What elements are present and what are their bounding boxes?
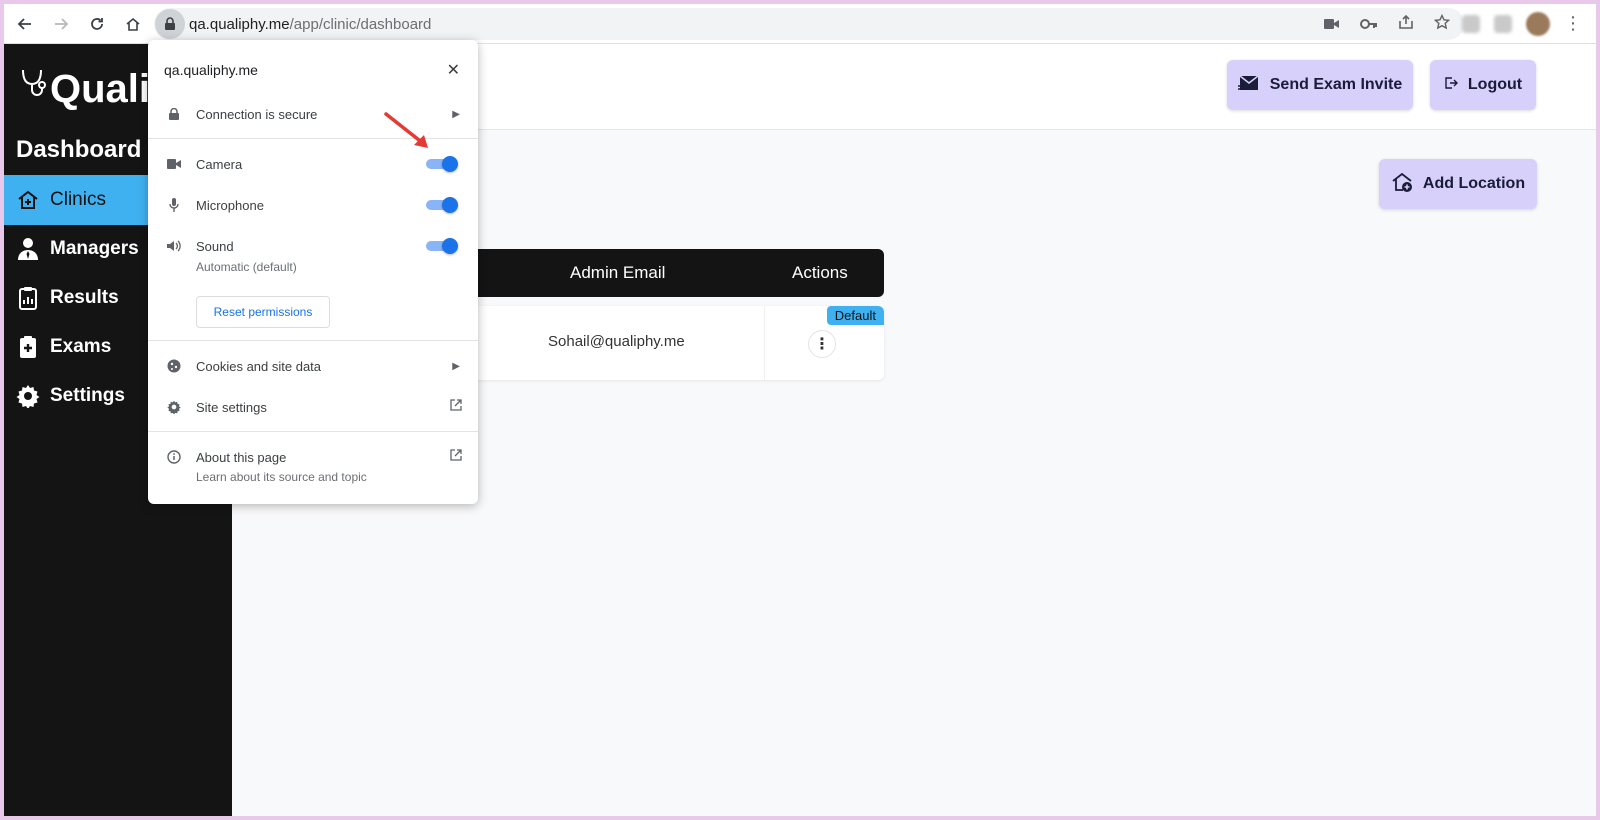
- logout-button[interactable]: Logout: [1430, 60, 1536, 110]
- chevron-right-icon: ▶: [452, 108, 460, 120]
- external-link-icon: [450, 398, 462, 416]
- column-header-actions: Actions: [792, 263, 848, 282]
- forward-icon[interactable]: [46, 9, 76, 39]
- gear-icon: [166, 399, 182, 415]
- key-icon[interactable]: [1360, 15, 1378, 34]
- admin-email-cell: Sohail@qualiphy.me: [548, 333, 685, 350]
- send-exam-invite-button[interactable]: Send Exam Invite: [1227, 60, 1413, 110]
- close-icon[interactable]: ✕: [447, 60, 460, 80]
- address-bar[interactable]: qa.qualiphy.me/app/clinic/dashboard: [154, 8, 1464, 40]
- camera-icon[interactable]: [1324, 15, 1340, 34]
- cookie-icon: [166, 358, 182, 374]
- extensions-area: ⋮: [1462, 8, 1582, 40]
- site-settings-row[interactable]: Site settings: [148, 393, 478, 421]
- more-vertical-icon: ⋮: [814, 334, 830, 353]
- logo[interactable]: Quali: [18, 66, 150, 112]
- sidebar-title: Dashboard: [16, 136, 142, 163]
- reset-permissions-button[interactable]: Reset permissions: [196, 296, 330, 328]
- speaker-icon: [166, 238, 182, 254]
- sound-setting-subtext: Automatic (default): [196, 260, 297, 274]
- table-row: Sohail@qualiphy.me Default ⋮: [444, 306, 884, 380]
- home-add-icon: [1391, 171, 1413, 198]
- about-page-row[interactable]: About this page: [148, 443, 478, 471]
- cookies-row[interactable]: Cookies and site data ▶: [148, 352, 478, 380]
- column-header-admin-email: Admin Email: [570, 263, 666, 282]
- profile-avatar[interactable]: [1526, 12, 1550, 36]
- microphone-icon: [166, 197, 182, 213]
- gear-icon: [16, 384, 40, 408]
- microphone-toggle[interactable]: [426, 197, 458, 213]
- permission-sound-row: Sound: [148, 233, 478, 259]
- camera-toggle[interactable]: [426, 156, 458, 172]
- share-icon[interactable]: [1398, 14, 1414, 34]
- manager-icon: [16, 237, 40, 261]
- clipboard-plus-icon: [16, 335, 40, 359]
- home-plus-icon: [16, 188, 40, 212]
- add-location-button[interactable]: Add Location: [1379, 159, 1537, 209]
- sound-toggle[interactable]: [426, 238, 458, 254]
- back-icon[interactable]: [10, 9, 40, 39]
- permission-microphone-row: Microphone: [148, 192, 478, 218]
- url-text[interactable]: qa.qualiphy.me/app/clinic/dashboard: [189, 16, 431, 33]
- divider: [148, 431, 478, 432]
- popup-site-name: qa.qualiphy.me: [164, 62, 258, 78]
- screenshot-frame: qa.qualiphy.me/app/clinic/dashboard ⋮ Qu…: [4, 4, 1596, 816]
- extension-icon[interactable]: [1462, 15, 1480, 33]
- cell-divider: [764, 306, 765, 380]
- envelope-send-icon: [1237, 74, 1260, 97]
- stethoscope-icon: [18, 66, 48, 112]
- clipboard-chart-icon: [16, 286, 40, 310]
- row-actions-button[interactable]: ⋮: [808, 330, 836, 358]
- kebab-menu-icon[interactable]: ⋮: [1564, 15, 1582, 33]
- omnibox-icons: [1324, 8, 1451, 40]
- external-link-icon: [450, 448, 462, 466]
- clinics-table-header: Admin Email Actions: [444, 249, 884, 297]
- home-icon[interactable]: [118, 9, 148, 39]
- reload-icon[interactable]: [82, 9, 112, 39]
- star-icon[interactable]: [1433, 13, 1451, 34]
- divider: [148, 340, 478, 341]
- lock-icon: [166, 106, 182, 122]
- info-icon: [166, 449, 182, 465]
- camera-icon: [166, 156, 182, 172]
- lock-icon[interactable]: [155, 9, 185, 39]
- about-page-subtext: Learn about its source and topic: [196, 470, 367, 484]
- annotation-arrow-icon: [384, 112, 428, 148]
- default-badge: Default: [826, 306, 884, 325]
- browser-toolbar: qa.qualiphy.me/app/clinic/dashboard ⋮: [4, 4, 1596, 44]
- chevron-right-icon: ▶: [452, 360, 460, 372]
- extension-icon[interactable]: [1494, 15, 1512, 33]
- logout-icon: [1444, 76, 1458, 95]
